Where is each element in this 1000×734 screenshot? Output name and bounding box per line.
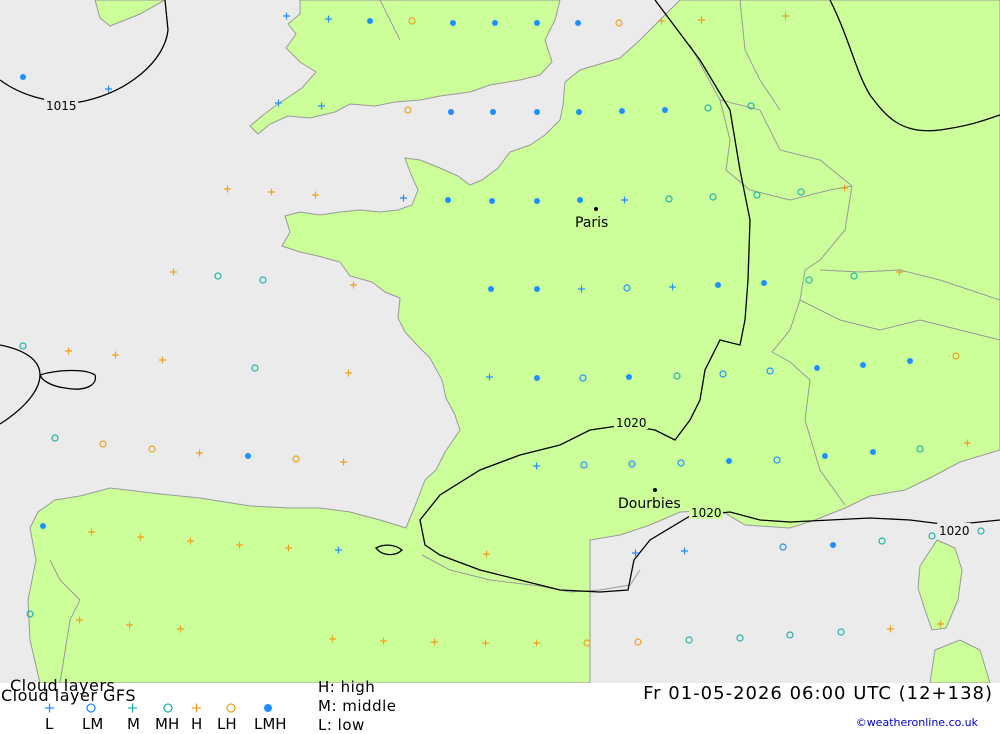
legend-symbol-lmh xyxy=(264,704,272,712)
cloud-symbol-lmh xyxy=(870,449,876,455)
cloud-symbol-lmh xyxy=(445,197,451,203)
cloud-symbol-lmh xyxy=(662,107,668,113)
city-dot-dourbies xyxy=(653,488,657,492)
cloud-symbol-lmh xyxy=(40,523,46,529)
cloud-symbol-lmh xyxy=(534,198,540,204)
legend-footer: Cloud layers Cloud layer GFS L LM M MH H… xyxy=(0,676,1000,734)
legend-symbol-h xyxy=(192,703,201,713)
legend-label-lmh: LMH xyxy=(254,715,287,733)
cloud-symbol-lmh xyxy=(448,109,454,115)
cloud-symbol-lmh xyxy=(761,280,767,286)
cloud-symbol-lmh xyxy=(367,18,373,24)
legend-label-lh: LH xyxy=(217,715,237,733)
weather-map: 1015 1020 1020 1020 Paris Dourbies xyxy=(0,0,1000,683)
cloud-symbol-lmh xyxy=(534,20,540,26)
legend-symbol-m xyxy=(128,703,137,713)
credit-link[interactable]: ©weatheronline.co.uk xyxy=(856,716,978,729)
legend-symbol-l xyxy=(45,703,54,713)
isobar-label: 1020 xyxy=(939,524,970,538)
legend-symbols xyxy=(45,703,272,713)
cloud-symbol-lmh xyxy=(489,198,495,204)
cloud-symbol-lmh xyxy=(492,20,498,26)
isobar-label: 1015 xyxy=(46,99,77,113)
legend-symbol-lh xyxy=(226,703,236,713)
cloud-symbol-lmh xyxy=(450,20,456,26)
legend-label-mh: MH xyxy=(155,715,180,733)
legend-label-h: H xyxy=(191,715,203,733)
isobar-label: 1020 xyxy=(691,506,722,520)
level-low-label: L: low xyxy=(318,716,365,734)
isobar-label: 1020 xyxy=(616,416,647,430)
cloud-symbol-lmh xyxy=(488,286,494,292)
legend-label-lm: LM xyxy=(82,715,104,733)
cloud-symbol-lmh xyxy=(860,362,866,368)
city-label-dourbies: Dourbies xyxy=(618,496,681,512)
level-high-label: H: high xyxy=(318,678,376,696)
cloud-symbol-lmh xyxy=(814,365,820,371)
cloud-symbol-lmh xyxy=(907,358,913,364)
cloud-symbol-lmh xyxy=(576,109,582,115)
cloud-symbol-lmh xyxy=(490,109,496,115)
cloud-symbol-lmh xyxy=(830,542,836,548)
city-dot-paris xyxy=(594,207,598,211)
cloud-symbol-lmh xyxy=(822,453,828,459)
legend-symbol-lm xyxy=(86,703,96,713)
legend-label-m: M xyxy=(127,715,140,733)
cloud-symbol-lmh xyxy=(577,197,583,203)
cloud-symbol-lmh xyxy=(715,282,721,288)
cloud-symbol-lmh xyxy=(20,74,26,80)
cloud-symbol-lmh xyxy=(626,374,632,380)
cloud-symbol-lmh xyxy=(245,453,251,459)
cloud-symbol-lmh xyxy=(534,286,540,292)
legend-label-l: L xyxy=(45,715,54,733)
cloud-symbol-lmh xyxy=(619,108,625,114)
legend-symbol-mh xyxy=(163,703,173,713)
forecast-datetime: Fr 01-05-2026 06:00 UTC (12+138) xyxy=(643,683,993,704)
level-middle-label: M: middle xyxy=(318,697,397,715)
cloud-symbol-lmh xyxy=(534,375,540,381)
city-label-paris: Paris xyxy=(575,215,608,231)
cloud-symbol-lmh xyxy=(534,109,540,115)
cloud-symbol-lmh xyxy=(726,458,732,464)
cloud-symbol-lmh xyxy=(575,20,581,26)
